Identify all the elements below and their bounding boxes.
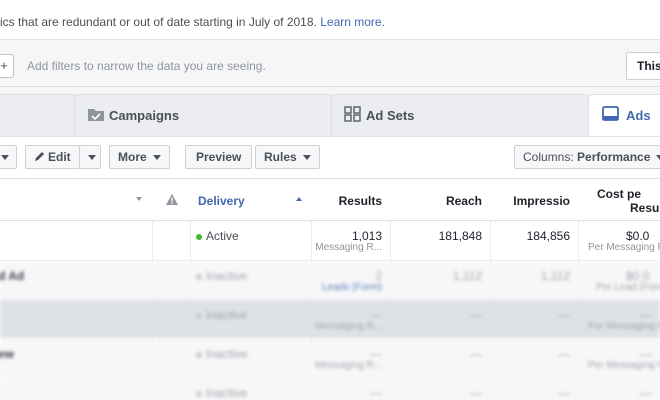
create-dropdown-button[interactable] bbox=[0, 145, 17, 169]
impressions-value: — bbox=[558, 347, 570, 361]
edit-label: Edit bbox=[48, 150, 71, 164]
warning-icon bbox=[166, 194, 178, 205]
notice-text: ics that are redundant or out of date st… bbox=[0, 15, 385, 29]
filter-input[interactable]: Add filters to narrow the data you are s… bbox=[27, 59, 266, 73]
impressions-header-label: Impressio bbox=[513, 194, 570, 208]
cost-value: — bbox=[640, 386, 652, 400]
table-row[interactable]: ew Inactive — Messaging R... — — — Per M… bbox=[0, 339, 660, 378]
delivery-status: Inactive bbox=[196, 269, 247, 283]
name-column-header[interactable] bbox=[0, 179, 152, 221]
ads-table: Delivery Results Reach Impressio Cost pe… bbox=[0, 178, 660, 400]
impressions-value: 1,112 bbox=[540, 269, 570, 283]
reach-value: 181,848 bbox=[438, 229, 482, 243]
cost-header-line1: Cost pe bbox=[597, 187, 642, 201]
results-type: Leads (Form) bbox=[321, 282, 382, 293]
edit-dropdown-button[interactable] bbox=[79, 145, 101, 169]
results-value: 2 bbox=[375, 269, 382, 283]
tab-account[interactable] bbox=[0, 94, 76, 136]
reach-value: — bbox=[470, 386, 482, 400]
cost-value: — bbox=[640, 308, 652, 322]
table-header: Delivery Results Reach Impressio Cost pe… bbox=[0, 179, 660, 221]
delivery-status: Active bbox=[196, 229, 239, 243]
reach-value: 1,112 bbox=[452, 269, 482, 283]
table-row[interactable]: d Ad Inactive 2 Leads (Form) 1,112 1,112… bbox=[0, 261, 660, 300]
ad-name: d Ad bbox=[0, 269, 25, 283]
grid-icon bbox=[344, 106, 361, 122]
tab-campaigns-label: Campaigns bbox=[109, 108, 180, 123]
chevron-down-icon bbox=[656, 155, 660, 161]
impressions-value: — bbox=[558, 308, 570, 322]
chevron-down-icon[interactable] bbox=[136, 197, 142, 201]
results-type: Messaging R... bbox=[315, 360, 382, 371]
edit-button[interactable]: Edit bbox=[25, 145, 80, 169]
pencil-icon bbox=[35, 152, 44, 161]
reach-value: — bbox=[470, 308, 482, 322]
cost-value: $0.0 bbox=[626, 269, 650, 283]
tab-ads-label: Ads bbox=[626, 108, 651, 123]
tab-ad-sets-label: Ad Sets bbox=[366, 108, 415, 123]
chevron-down-icon bbox=[152, 155, 161, 161]
preview-button[interactable]: Preview bbox=[185, 145, 253, 169]
tab-campaigns[interactable]: Campaigns bbox=[74, 94, 332, 136]
table-row[interactable]: Inactive — Messaging R... — — — Per Mess… bbox=[0, 300, 660, 339]
columns-prefix: Columns: bbox=[523, 150, 574, 164]
results-value: — bbox=[370, 308, 382, 322]
table-row[interactable]: Active 1,013 Messaging R... 181,848 184,… bbox=[0, 221, 660, 261]
more-button[interactable]: More bbox=[109, 145, 170, 169]
inactive-status-dot bbox=[196, 390, 202, 397]
delivery-status: Inactive bbox=[196, 308, 247, 322]
tab-ads[interactable]: Ads bbox=[588, 94, 660, 136]
results-column-header[interactable]: Results bbox=[311, 179, 390, 221]
results-type: Messaging R... bbox=[315, 242, 382, 253]
results-header-label: Results bbox=[338, 194, 382, 208]
toolbar: Edit More Preview Rules Columns: Perform… bbox=[0, 136, 660, 178]
impressions-value: — bbox=[558, 386, 570, 400]
more-label: More bbox=[118, 150, 147, 164]
inactive-status-dot bbox=[196, 273, 202, 280]
inactive-status-dot bbox=[196, 351, 202, 358]
cost-type: Per Lead (Form) bbox=[596, 282, 660, 293]
active-status-dot bbox=[196, 233, 202, 240]
table-row[interactable]: Inactive — — — — bbox=[0, 378, 660, 400]
level-tabs: Campaigns Ad Sets Ads bbox=[0, 94, 660, 136]
inactive-status-dot bbox=[196, 312, 202, 319]
rules-label: Rules bbox=[264, 150, 297, 164]
learn-more-link[interactable]: Learn more. bbox=[320, 15, 385, 29]
add-filter-button[interactable]: + bbox=[0, 54, 14, 78]
warning-column-header[interactable] bbox=[152, 179, 190, 221]
delivery-column-header[interactable]: Delivery bbox=[190, 179, 311, 221]
reach-column-header[interactable]: Reach bbox=[390, 179, 490, 221]
tab-ad-sets[interactable]: Ad Sets bbox=[331, 94, 589, 136]
delivery-status: Inactive bbox=[196, 386, 247, 400]
delivery-status: Inactive bbox=[196, 347, 247, 361]
reach-header-label: Reach bbox=[445, 194, 482, 208]
results-value: — bbox=[370, 347, 382, 361]
notice-banner: ics that are redundant or out of date st… bbox=[0, 0, 660, 40]
results-type: Messaging R... bbox=[315, 321, 382, 332]
reach-value: — bbox=[470, 347, 482, 361]
cost-type: Per Messaging R bbox=[588, 321, 660, 332]
cost-value: $0.0 bbox=[626, 229, 650, 243]
folder-check-icon bbox=[88, 109, 104, 121]
chevron-down-icon bbox=[88, 155, 96, 161]
results-value: 1,013 bbox=[351, 229, 382, 243]
chevron-down-icon bbox=[1, 155, 9, 161]
columns-button[interactable]: Columns: Performance bbox=[514, 145, 660, 169]
date-range-button[interactable]: This bbox=[626, 52, 660, 80]
impressions-column-header[interactable]: Impressio bbox=[490, 179, 578, 221]
cost-column-header[interactable]: Cost pe Resu bbox=[578, 179, 660, 221]
ad-card-icon bbox=[602, 106, 619, 121]
columns-value: Performance bbox=[577, 150, 651, 164]
cost-type: Per Messaging R bbox=[588, 360, 660, 371]
rules-button[interactable]: Rules bbox=[255, 145, 320, 169]
cost-header-line2: Resu bbox=[630, 201, 660, 215]
cost-type: Per Messaging R bbox=[588, 242, 660, 253]
delivery-header-label: Delivery bbox=[198, 194, 245, 208]
chevron-down-icon bbox=[302, 155, 311, 161]
results-value: — bbox=[370, 386, 382, 400]
impressions-value: 184,856 bbox=[526, 229, 570, 243]
cost-value: — bbox=[640, 347, 652, 361]
sort-ascending-icon bbox=[296, 197, 302, 201]
ad-name: ew bbox=[0, 347, 15, 361]
